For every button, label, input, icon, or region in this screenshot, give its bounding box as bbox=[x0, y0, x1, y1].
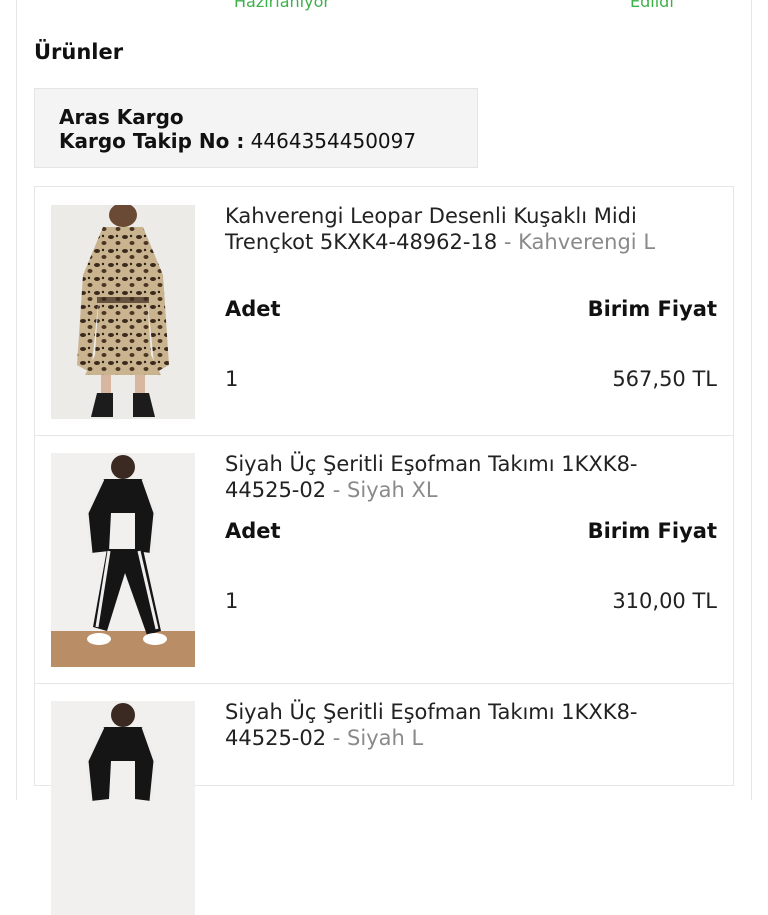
unit-price-label: Birim Fiyat bbox=[587, 297, 717, 321]
quantity-value: 1 bbox=[225, 589, 239, 613]
product-name[interactable]: Siyah Üç Şeritli Eşofman Takımı 1KXK8-44… bbox=[225, 451, 695, 503]
products-section-title: Ürünler bbox=[34, 40, 124, 64]
quantity-value: 1 bbox=[225, 367, 239, 391]
product-name[interactable]: Kahverengi Leopar Desenli Kuşaklı Midi T… bbox=[225, 203, 695, 255]
cargo-tracking[interactable]: Kargo Takip No : 4464354450097 bbox=[59, 129, 477, 153]
products-list: Kahverengi Leopar Desenli Kuşaklı Midi T… bbox=[34, 186, 734, 915]
tracking-number[interactable]: 4464354450097 bbox=[251, 129, 416, 153]
product-image-black-tracksuit[interactable] bbox=[51, 453, 195, 667]
order-status-delivered: Edildi bbox=[630, 0, 674, 11]
product-variant: - Kahverengi L bbox=[503, 230, 656, 254]
cargo-info-box: Aras Kargo Kargo Takip No : 446435445009… bbox=[34, 88, 478, 168]
unit-price-label: Birim Fiyat bbox=[587, 519, 717, 543]
unit-price-value: 567,50 TL bbox=[612, 367, 717, 391]
product-item[interactable]: Siyah Üç Şeritli Eşofman Takımı 1KXK8-44… bbox=[35, 683, 733, 915]
product-variant: - Siyah L bbox=[332, 726, 424, 750]
tracking-label: Kargo Takip No : bbox=[59, 129, 245, 153]
quantity-label: Adet bbox=[225, 519, 281, 543]
unit-price-value: 310,00 TL bbox=[612, 589, 717, 613]
product-name[interactable]: Siyah Üç Şeritli Eşofman Takımı 1KXK8-44… bbox=[225, 699, 695, 751]
product-item[interactable]: Siyah Üç Şeritli Eşofman Takımı 1KXK8-44… bbox=[35, 435, 733, 684]
product-item[interactable]: Kahverengi Leopar Desenli Kuşaklı Midi T… bbox=[35, 187, 733, 436]
product-image-leopard-coat[interactable] bbox=[51, 205, 195, 419]
product-image-black-tracksuit[interactable] bbox=[51, 701, 195, 915]
quantity-label: Adet bbox=[225, 297, 281, 321]
cargo-company: Aras Kargo bbox=[59, 105, 184, 129]
product-variant: - Siyah XL bbox=[332, 478, 438, 502]
order-status-preparing: Hazırlanıyor bbox=[234, 0, 330, 11]
